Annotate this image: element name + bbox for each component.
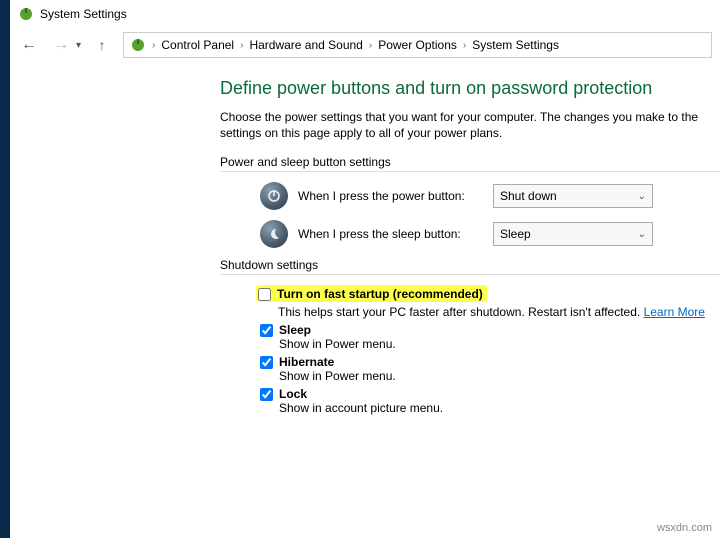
forward-button[interactable]: →	[50, 34, 72, 56]
sleep-option: Sleep Show in Power menu.	[260, 323, 720, 351]
lock-checkbox[interactable]	[260, 388, 273, 401]
fast-startup-highlight: Turn on fast startup (recommended)	[256, 285, 487, 302]
hibernate-checkbox[interactable]	[260, 356, 273, 369]
crumb-hardware-sound[interactable]: Hardware and Sound	[249, 38, 362, 52]
crumb-power-options[interactable]: Power Options	[378, 38, 457, 52]
chevron-down-icon: ⌄	[638, 229, 646, 240]
chevron-right-icon: ›	[367, 40, 374, 51]
power-button-value: Shut down	[500, 189, 557, 203]
titlebar: System Settings	[10, 0, 720, 28]
sleep-option-title: Sleep	[279, 323, 396, 337]
power-button-label: When I press the power button:	[298, 189, 483, 203]
sleep-button-label: When I press the sleep button:	[298, 227, 483, 241]
hibernate-option-sub: Show in Power menu.	[279, 369, 396, 383]
fast-startup-checkbox[interactable]	[258, 288, 271, 301]
sleep-option-sub: Show in Power menu.	[279, 337, 396, 351]
divider	[220, 171, 720, 172]
hibernate-option: Hibernate Show in Power menu.	[260, 355, 720, 383]
back-button[interactable]: ←	[18, 34, 40, 56]
power-options-icon	[18, 6, 34, 22]
power-button-combo[interactable]: Shut down ⌄	[493, 184, 653, 208]
chevron-down-icon: ⌄	[638, 191, 646, 202]
chevron-right-icon: ›	[150, 40, 157, 51]
sleep-button-row: When I press the sleep button: Sleep ⌄	[260, 220, 720, 248]
history-dropdown-icon[interactable]: ▾	[76, 40, 81, 51]
page-description: Choose the power settings that you want …	[220, 109, 720, 141]
shutdown-section-label: Shutdown settings	[220, 258, 720, 272]
crumb-system-settings[interactable]: System Settings	[472, 38, 559, 52]
lock-option-sub: Show in account picture menu.	[279, 401, 443, 415]
learn-more-link[interactable]: Learn More	[644, 305, 705, 319]
fast-startup-sub: This helps start your PC faster after sh…	[278, 305, 640, 319]
power-icon	[260, 182, 288, 210]
breadcrumb[interactable]: › Control Panel › Hardware and Sound › P…	[123, 32, 712, 58]
content-area: Define power buttons and turn on passwor…	[10, 66, 720, 415]
lock-option-title: Lock	[279, 387, 443, 401]
fast-startup-title: Turn on fast startup (recommended)	[277, 287, 483, 301]
chevron-right-icon: ›	[461, 40, 468, 51]
sleep-button-value: Sleep	[500, 227, 531, 241]
crumb-control-panel[interactable]: Control Panel	[161, 38, 234, 52]
page-title: Define power buttons and turn on passwor…	[220, 78, 720, 99]
watermark: wsxdn.com	[657, 522, 712, 534]
hibernate-option-title: Hibernate	[279, 355, 396, 369]
sleep-button-combo[interactable]: Sleep ⌄	[493, 222, 653, 246]
up-button[interactable]: ↑	[91, 34, 113, 56]
toolbar: ← → ▾ ↑ › Control Panel › Hardware and S…	[10, 28, 720, 66]
sleep-checkbox[interactable]	[260, 324, 273, 337]
divider	[220, 274, 720, 275]
window-title: System Settings	[40, 7, 127, 21]
lock-option: Lock Show in account picture menu.	[260, 387, 720, 415]
power-button-row: When I press the power button: Shut down…	[260, 182, 720, 210]
power-options-icon	[130, 37, 146, 53]
sleep-icon	[260, 220, 288, 248]
chevron-right-icon: ›	[238, 40, 245, 51]
power-sleep-section-label: Power and sleep button settings	[220, 155, 720, 169]
